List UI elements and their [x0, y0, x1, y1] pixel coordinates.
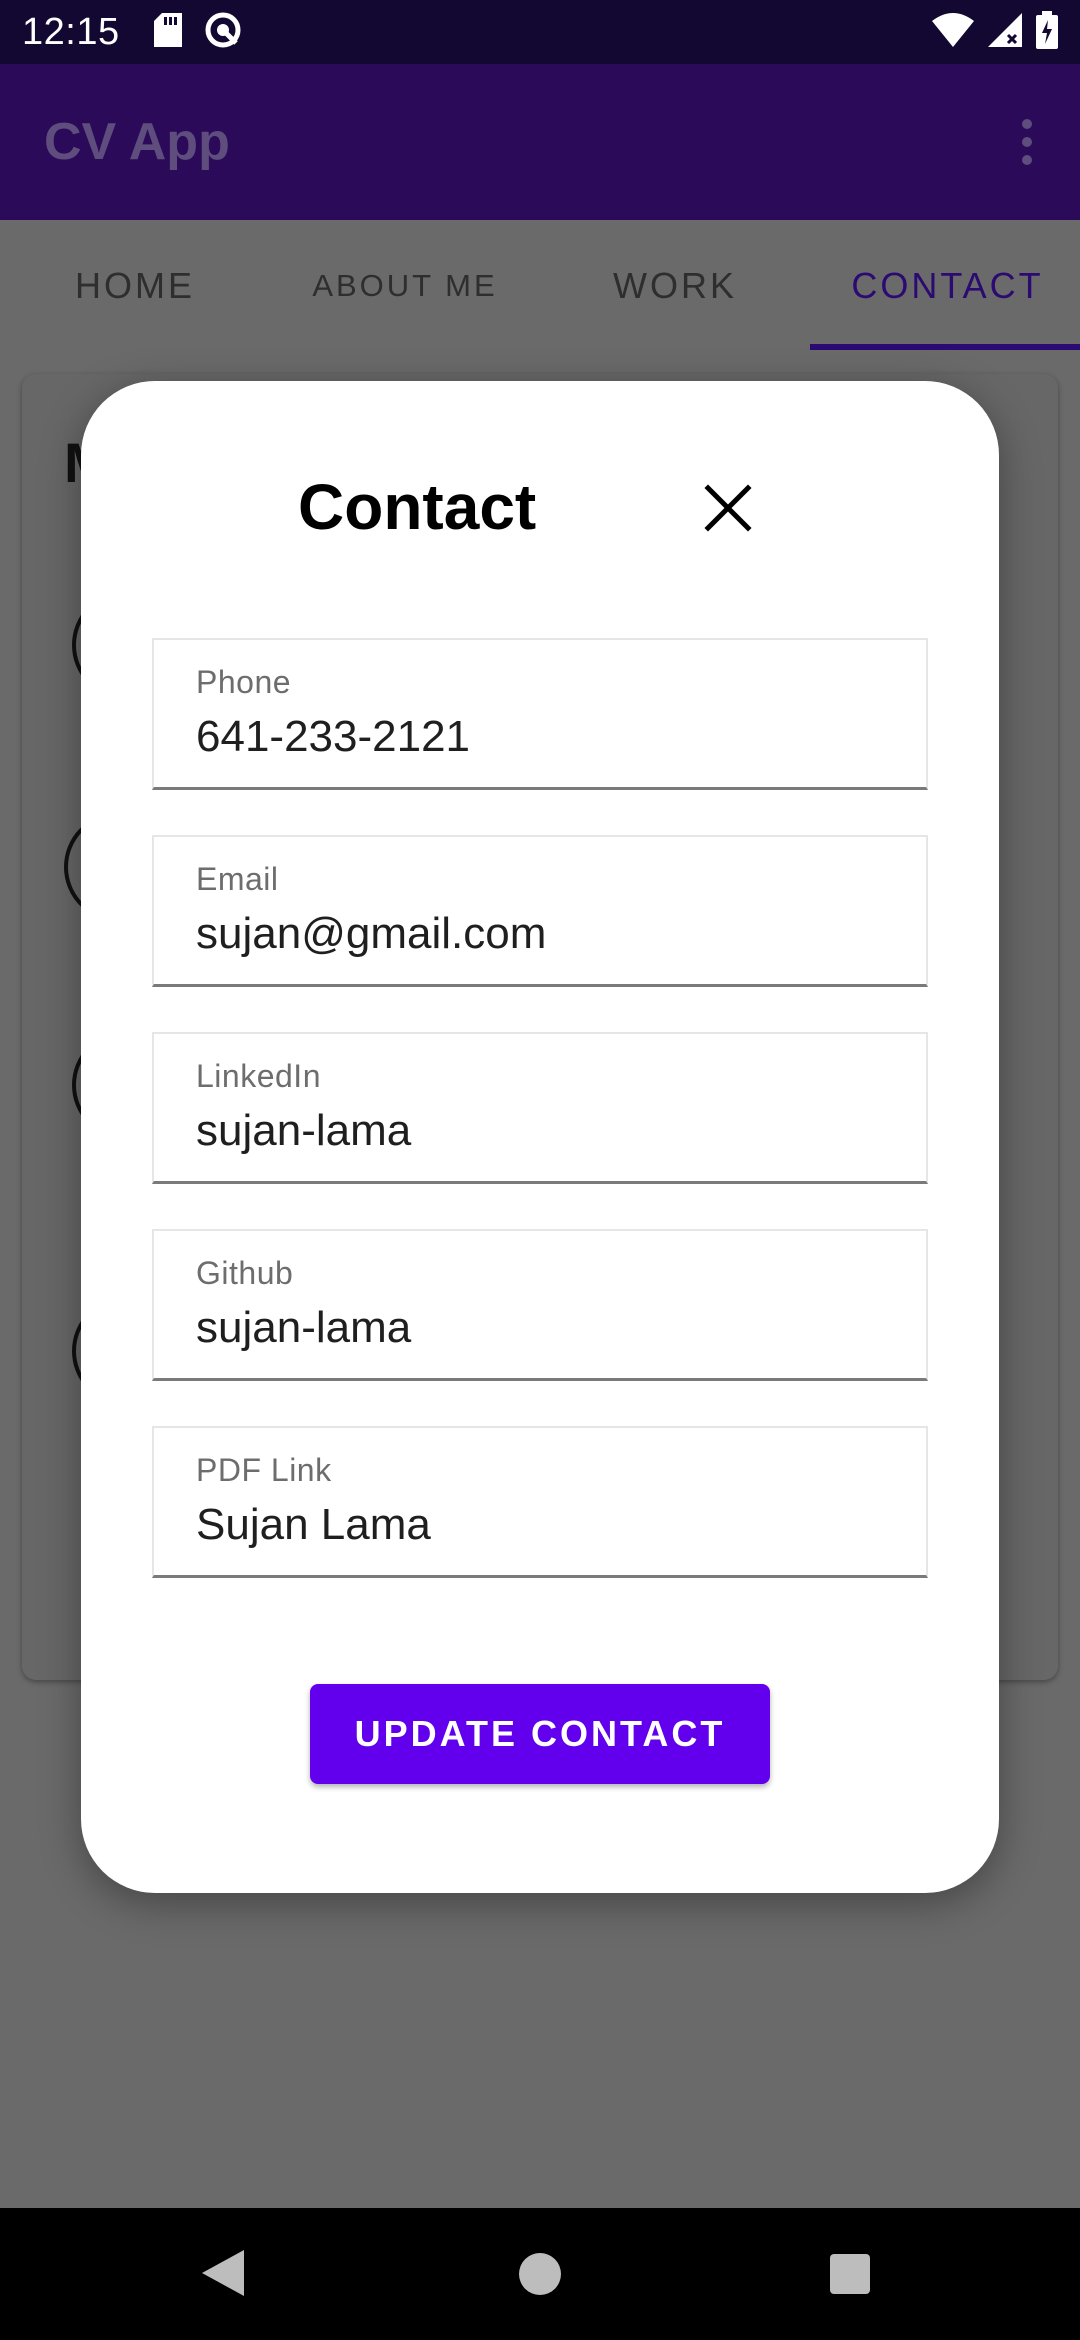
email-value[interactable]: sujan@gmail.com — [196, 909, 546, 959]
pdf-link-label: PDF Link — [196, 1452, 332, 1488]
status-bar: 12:15 — [0, 0, 1080, 64]
tab-work[interactable]: WORK — [590, 220, 760, 352]
phone-value[interactable]: 641-233-2121 — [196, 712, 470, 762]
recents-icon[interactable] — [830, 2254, 870, 2294]
email-label: Email — [196, 861, 279, 897]
tab-bar: HOME ABOUT ME WORK CONTACT — [0, 220, 1080, 352]
tab-indicator — [810, 344, 1080, 350]
signal-icon — [988, 12, 1022, 52]
github-value[interactable]: sujan-lama — [196, 1303, 411, 1353]
pdf-link-field[interactable]: PDF Link Sujan Lama — [152, 1426, 928, 1578]
data-saver-icon — [204, 11, 242, 54]
tab-contact[interactable]: CONTACT — [815, 220, 1080, 352]
home-icon[interactable] — [519, 2253, 561, 2295]
github-field[interactable]: Github sujan-lama — [152, 1229, 928, 1381]
dialog-title: Contact — [298, 471, 537, 543]
sd-card-icon — [153, 12, 182, 52]
update-contact-button[interactable]: UPDATE CONTACT — [310, 1684, 770, 1784]
linkedin-value[interactable]: sujan-lama — [196, 1106, 411, 1156]
github-label: Github — [196, 1255, 294, 1291]
close-icon[interactable] — [700, 480, 756, 536]
app-title: CV App — [44, 113, 230, 171]
email-field[interactable]: Email sujan@gmail.com — [152, 835, 928, 987]
battery-icon — [1036, 10, 1058, 54]
phone-field[interactable]: Phone 641-233-2121 — [152, 638, 928, 790]
more-vert-icon[interactable] — [1012, 109, 1042, 175]
phone-label: Phone — [196, 664, 292, 700]
tab-about-me[interactable]: ABOUT ME — [290, 220, 520, 352]
screen: 12:15 CV App HOME ABOUT ME WORK CONTACT … — [0, 0, 1080, 2340]
navigation-bar — [0, 2208, 1080, 2340]
app-bar: CV App — [0, 64, 1080, 220]
tab-home[interactable]: HOME — [40, 220, 230, 352]
wifi-icon — [932, 12, 974, 52]
linkedin-field[interactable]: LinkedIn sujan-lama — [152, 1032, 928, 1184]
linkedin-label: LinkedIn — [196, 1058, 321, 1094]
pdf-link-value[interactable]: Sujan Lama — [196, 1500, 431, 1550]
back-icon[interactable] — [200, 2248, 246, 2303]
status-time: 12:15 — [22, 10, 120, 53]
